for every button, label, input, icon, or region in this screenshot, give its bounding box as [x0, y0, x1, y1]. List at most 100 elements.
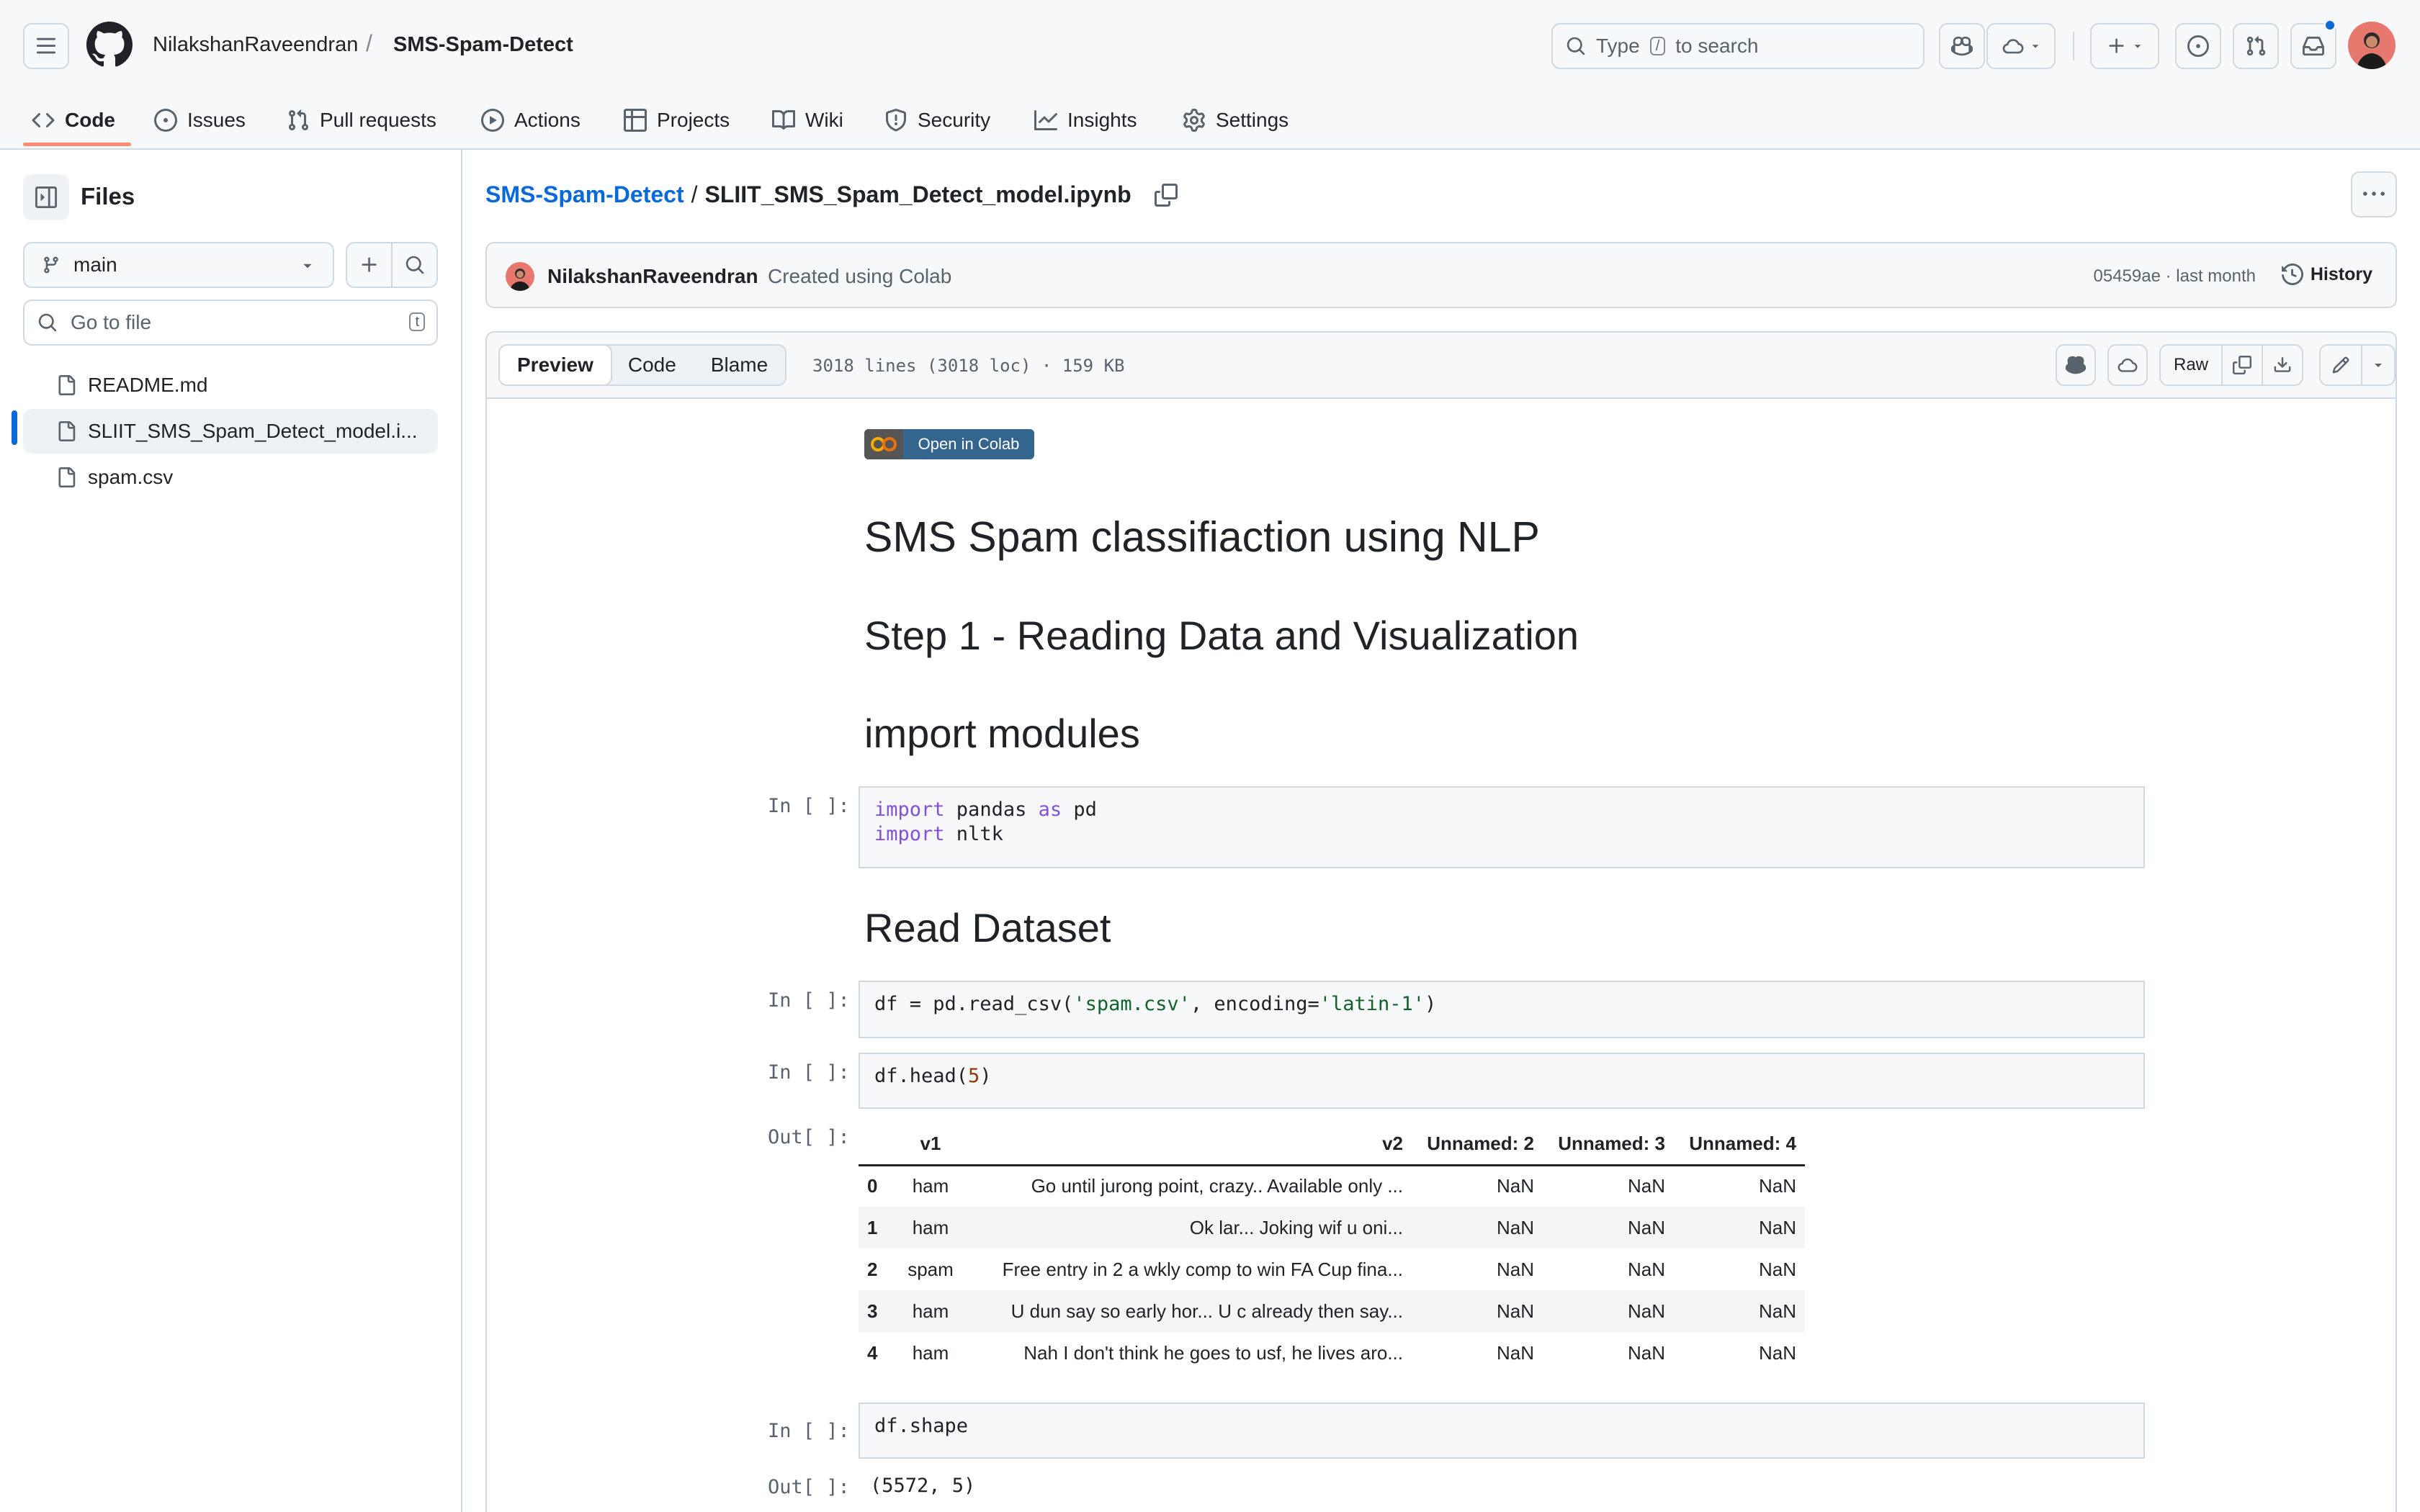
- tab-security-label: Security: [918, 109, 991, 131]
- colab-logo-icon: [864, 429, 903, 459]
- tab-actions[interactable]: Actions: [481, 92, 581, 148]
- file-name: spam.csv: [88, 466, 174, 488]
- open-in-colab-badge[interactable]: Open in Colab: [864, 429, 1034, 459]
- commit-message[interactable]: Created using Colab: [768, 265, 951, 288]
- file-name: SLIIT_SMS_Spam_Detect_model.i...: [88, 420, 418, 442]
- table-cell: ham: [912, 1341, 949, 1364]
- row-index: 1: [867, 1216, 878, 1238]
- file-breadcrumb: SMS-Spam-Detect / SLIIT_SMS_Spam_Detect_…: [485, 181, 1178, 208]
- create-new-button[interactable]: [2090, 23, 2159, 69]
- table-cell: NaN: [1496, 1175, 1534, 1197]
- table-cell: NaN: [1758, 1341, 1796, 1364]
- breadcrumb-separator: /: [691, 181, 698, 207]
- code-cell-read-csv[interactable]: df = pd.read_csv('spam.csv', encoding='l…: [859, 981, 2145, 1038]
- notification-dot: [2323, 19, 2336, 32]
- tab-insights-label: Insights: [1067, 109, 1137, 131]
- issues-shortcut-button[interactable]: [2175, 23, 2221, 69]
- issue-icon: [154, 109, 177, 132]
- tab-issues[interactable]: Issues: [154, 92, 246, 148]
- tab-code-view[interactable]: Code: [611, 346, 694, 384]
- code-cell-shape[interactable]: df.shape: [859, 1403, 2145, 1459]
- tab-wiki-label: Wiki: [805, 109, 843, 131]
- table-row: 3 ham U dun say so early hor... U c alre…: [859, 1290, 1805, 1332]
- edit-options-button[interactable]: [2361, 346, 2394, 384]
- commit-hash-time[interactable]: 05459ae · last month: [2094, 266, 2256, 287]
- tab-insights[interactable]: Insights: [1034, 92, 1137, 148]
- avatar[interactable]: [2348, 22, 2396, 69]
- history-button[interactable]: History: [2281, 264, 2372, 285]
- code-string: 'latin-1': [1319, 993, 1425, 1015]
- code-cell-imports[interactable]: import pandas as pd import nltk: [859, 786, 2145, 868]
- branch-selector[interactable]: main: [23, 242, 334, 288]
- search-icon: [38, 313, 57, 332]
- search-shortcut-key: /: [1649, 37, 1666, 55]
- file-tree-sidebar: Files main Go to file t README.md SLIIT_…: [0, 150, 462, 1512]
- file-item-notebook[interactable]: SLIIT_SMS_Spam_Detect_model.i...: [23, 409, 438, 454]
- go-to-file-input[interactable]: Go to file t: [23, 300, 438, 346]
- chevron-down-icon: [2032, 45, 2039, 48]
- menu-button[interactable]: [23, 23, 69, 69]
- active-tab-indicator: [23, 143, 131, 146]
- gear-icon: [1183, 109, 1205, 132]
- code-cell-head[interactable]: df.head(5): [859, 1053, 2145, 1109]
- tab-code-label: Code: [65, 109, 115, 131]
- avatar[interactable]: [506, 262, 534, 291]
- pull-request-icon: [2246, 36, 2266, 56]
- pull-requests-shortcut-button[interactable]: [2233, 23, 2279, 69]
- collapse-sidebar-button[interactable]: [23, 174, 69, 220]
- column-header: [859, 1123, 892, 1166]
- breadcrumb-repo[interactable]: SMS-Spam-Detect: [393, 33, 573, 57]
- breadcrumb-owner[interactable]: NilakshanRaveendran: [153, 33, 358, 57]
- row-index: 2: [867, 1258, 878, 1280]
- shape-output: (5572, 5): [870, 1475, 976, 1497]
- tab-blame[interactable]: Blame: [694, 346, 785, 384]
- tab-code[interactable]: Code: [32, 92, 115, 148]
- edit-file-button[interactable]: [2321, 346, 2361, 384]
- github-logo-icon[interactable]: [86, 22, 133, 68]
- go-to-file-shortcut: t: [409, 312, 425, 331]
- view-mode-switcher: Preview Code Blame: [498, 344, 787, 386]
- file-toolbar: Preview Code Blame 3018 lines (3018 loc)…: [487, 333, 2396, 399]
- repo-nav: Code Issues Pull requests Actions Projec…: [0, 92, 2420, 150]
- file-item-readme[interactable]: README.md: [23, 363, 438, 408]
- search-suffix: to search: [1675, 35, 1759, 57]
- copilot-menu-button[interactable]: [1986, 23, 2056, 69]
- table-cell: NaN: [1496, 1258, 1534, 1280]
- pencil-icon: [2332, 356, 2349, 374]
- chevron-down-icon: [2134, 45, 2141, 48]
- header-divider: [2073, 32, 2074, 60]
- tab-pull-requests[interactable]: Pull requests: [287, 92, 436, 148]
- tab-settings[interactable]: Settings: [1183, 92, 1289, 148]
- more-options-button[interactable]: [2351, 171, 2397, 217]
- section-heading-read: Read Dataset: [864, 905, 1111, 950]
- selected-file-indicator: [12, 410, 17, 445]
- copilot-button[interactable]: [1939, 23, 1985, 69]
- tab-projects[interactable]: Projects: [624, 92, 730, 148]
- copilot-ask-button[interactable]: [2056, 344, 2096, 386]
- table-row: 1 ham Ok lar... Joking wif u oni... NaN …: [859, 1207, 1805, 1248]
- codespaces-button[interactable]: [2107, 344, 2148, 386]
- copy-path-icon[interactable]: [1154, 183, 1178, 207]
- raw-button[interactable]: Raw: [2161, 346, 2221, 384]
- tab-security[interactable]: Security: [884, 92, 990, 148]
- table-cell: NaN: [1627, 1341, 1665, 1364]
- code-text: ): [1425, 993, 1437, 1015]
- copilot-icon: [2066, 356, 2086, 374]
- table-cell: U dun say so early hor... U c already th…: [1010, 1300, 1403, 1322]
- book-icon: [772, 109, 795, 130]
- chevron-down-icon: [2375, 364, 2382, 367]
- commit-author[interactable]: NilakshanRaveendran: [547, 265, 758, 288]
- copy-raw-button[interactable]: [2221, 346, 2262, 384]
- download-button[interactable]: [2262, 346, 2302, 384]
- code-keyword: import: [874, 798, 945, 821]
- tab-preview[interactable]: Preview: [500, 346, 612, 384]
- file-item-spam-csv[interactable]: spam.csv: [23, 455, 438, 500]
- tab-wiki[interactable]: Wiki: [772, 92, 843, 148]
- colab-badge-label: Open in Colab: [918, 435, 1020, 453]
- search-code-button[interactable]: [391, 243, 436, 287]
- cloud-icon: [2002, 39, 2024, 54]
- add-file-button[interactable]: [347, 243, 391, 287]
- cloud-icon: [2118, 358, 2138, 372]
- search-input[interactable]: Type / to search: [1551, 23, 1924, 69]
- breadcrumb-repo-link[interactable]: SMS-Spam-Detect: [485, 181, 684, 208]
